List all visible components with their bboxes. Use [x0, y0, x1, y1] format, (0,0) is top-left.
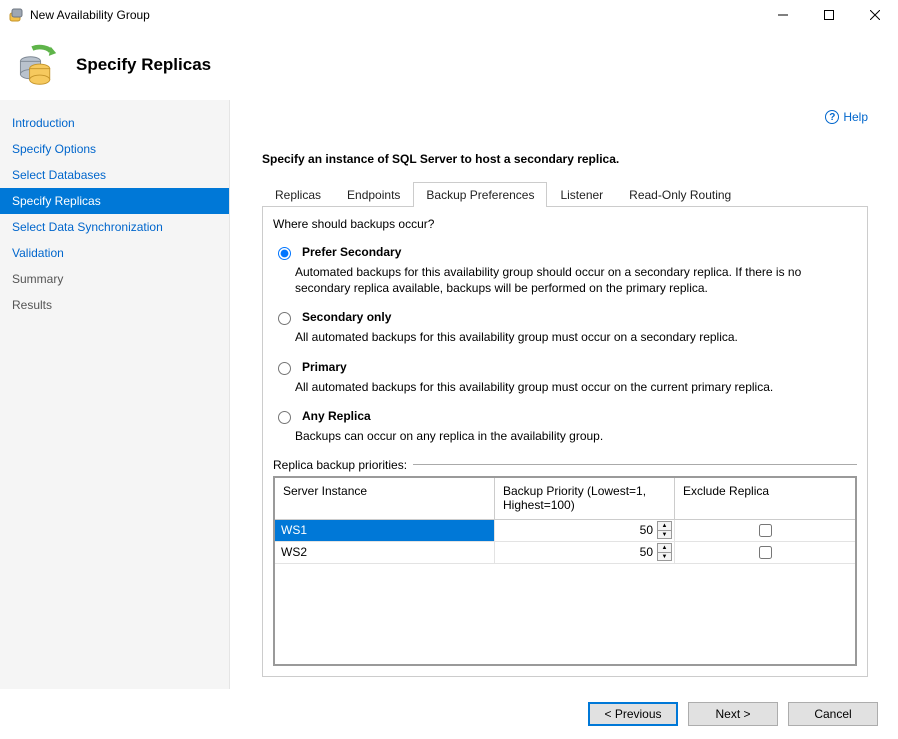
- priority-spinner[interactable]: ▲▼: [657, 521, 672, 539]
- tabstrip: ReplicasEndpointsBackup PreferencesListe…: [262, 182, 868, 207]
- priority-value[interactable]: 50: [501, 545, 655, 559]
- close-button[interactable]: [852, 0, 898, 30]
- backup-option-desc: All automated backups for this availabil…: [295, 379, 855, 395]
- tab-backup-preferences[interactable]: Backup Preferences: [413, 182, 547, 207]
- instruction-text: Specify an instance of SQL Server to hos…: [262, 152, 868, 166]
- backup-option-desc: All automated backups for this availabil…: [295, 329, 855, 345]
- exclude-replica-cell: [675, 542, 855, 564]
- backup-option-radio[interactable]: [278, 411, 291, 424]
- priorities-table: Server Instance Backup Priority (Lowest=…: [273, 476, 857, 666]
- spin-up-icon[interactable]: ▲: [657, 521, 672, 530]
- backup-option-radio[interactable]: [278, 247, 291, 260]
- server-instance-cell: WS2: [275, 542, 495, 564]
- tab-backup-preferences: Where should backups occur? Prefer Secon…: [262, 207, 868, 677]
- main-panel: ? Help Specify an instance of SQL Server…: [230, 100, 898, 689]
- next-button[interactable]: Next >: [688, 702, 778, 726]
- page-title: Specify Replicas: [76, 55, 211, 75]
- backup-priority-cell: 50▲▼: [495, 542, 675, 564]
- backup-option-desc: Automated backups for this availability …: [295, 264, 855, 296]
- app-icon: [8, 7, 24, 23]
- backup-option-prefer-secondary: Prefer Secondary: [273, 245, 857, 260]
- sidebar-item-specify-replicas[interactable]: Specify Replicas: [0, 188, 229, 214]
- backup-option-label: Prefer Secondary: [302, 245, 401, 259]
- spin-down-icon[interactable]: ▼: [657, 530, 672, 539]
- help-label: Help: [843, 110, 868, 124]
- tab-listener[interactable]: Listener: [547, 182, 616, 207]
- priorities-label: Replica backup priorities:: [273, 458, 407, 472]
- spin-down-icon[interactable]: ▼: [657, 552, 672, 561]
- minimize-button[interactable]: [760, 0, 806, 30]
- backup-priority-cell: 50▲▼: [495, 520, 675, 542]
- priorities-label-row: Replica backup priorities:: [273, 458, 857, 472]
- sidebar-item-validation[interactable]: Validation: [0, 240, 229, 266]
- maximize-button[interactable]: [806, 0, 852, 30]
- title-bar: New Availability Group: [0, 0, 898, 30]
- divider: [413, 464, 857, 465]
- sidebar-item-select-data-synchronization[interactable]: Select Data Synchronization: [0, 214, 229, 240]
- sidebar-item-select-databases[interactable]: Select Databases: [0, 162, 229, 188]
- sidebar-item-summary[interactable]: Summary: [0, 266, 229, 292]
- backup-option-secondary-only: Secondary only: [273, 310, 857, 325]
- priority-value[interactable]: 50: [501, 523, 655, 537]
- backup-option-primary: Primary: [273, 360, 857, 375]
- server-instance-cell: WS1: [275, 520, 495, 542]
- backup-question: Where should backups occur?: [273, 217, 857, 231]
- backup-option-radio[interactable]: [278, 312, 291, 325]
- col-server: Server Instance: [275, 478, 495, 520]
- window-title: New Availability Group: [30, 8, 760, 22]
- backup-option-desc: Backups can occur on any replica in the …: [295, 428, 855, 444]
- priority-row[interactable]: WS150▲▼: [275, 520, 855, 542]
- previous-button[interactable]: < Previous: [588, 702, 678, 726]
- backup-option-radio[interactable]: [278, 362, 291, 375]
- exclude-replica-checkbox[interactable]: [759, 524, 772, 537]
- backup-option-label: Secondary only: [302, 310, 391, 324]
- wizard-button-bar: < Previous Next > Cancel: [0, 689, 898, 739]
- tab-endpoints[interactable]: Endpoints: [334, 182, 413, 207]
- wizard-header: Specify Replicas: [0, 30, 898, 100]
- exclude-replica-cell: [675, 520, 855, 542]
- tab-replicas[interactable]: Replicas: [262, 182, 334, 207]
- window-buttons: [760, 0, 898, 30]
- spin-up-icon[interactable]: ▲: [657, 543, 672, 552]
- backup-option-any-replica: Any Replica: [273, 409, 857, 424]
- exclude-replica-checkbox[interactable]: [759, 546, 772, 559]
- cancel-button[interactable]: Cancel: [788, 702, 878, 726]
- priority-spinner[interactable]: ▲▼: [657, 543, 672, 561]
- col-exclude: Exclude Replica: [675, 478, 855, 520]
- sidebar-item-specify-options[interactable]: Specify Options: [0, 136, 229, 162]
- priority-row[interactable]: WS250▲▼: [275, 542, 855, 564]
- tab-read-only-routing[interactable]: Read-Only Routing: [616, 182, 744, 207]
- help-icon: ?: [825, 110, 839, 124]
- backup-option-label: Any Replica: [302, 409, 371, 423]
- sidebar-item-introduction[interactable]: Introduction: [0, 110, 229, 136]
- wizard-sidebar: IntroductionSpecify OptionsSelect Databa…: [0, 100, 230, 689]
- backup-option-label: Primary: [302, 360, 347, 374]
- col-priority: Backup Priority (Lowest=1, Highest=100): [495, 478, 675, 520]
- wizard-header-icon: [14, 43, 58, 87]
- help-link[interactable]: ? Help: [825, 110, 868, 124]
- sidebar-item-results[interactable]: Results: [0, 292, 229, 318]
